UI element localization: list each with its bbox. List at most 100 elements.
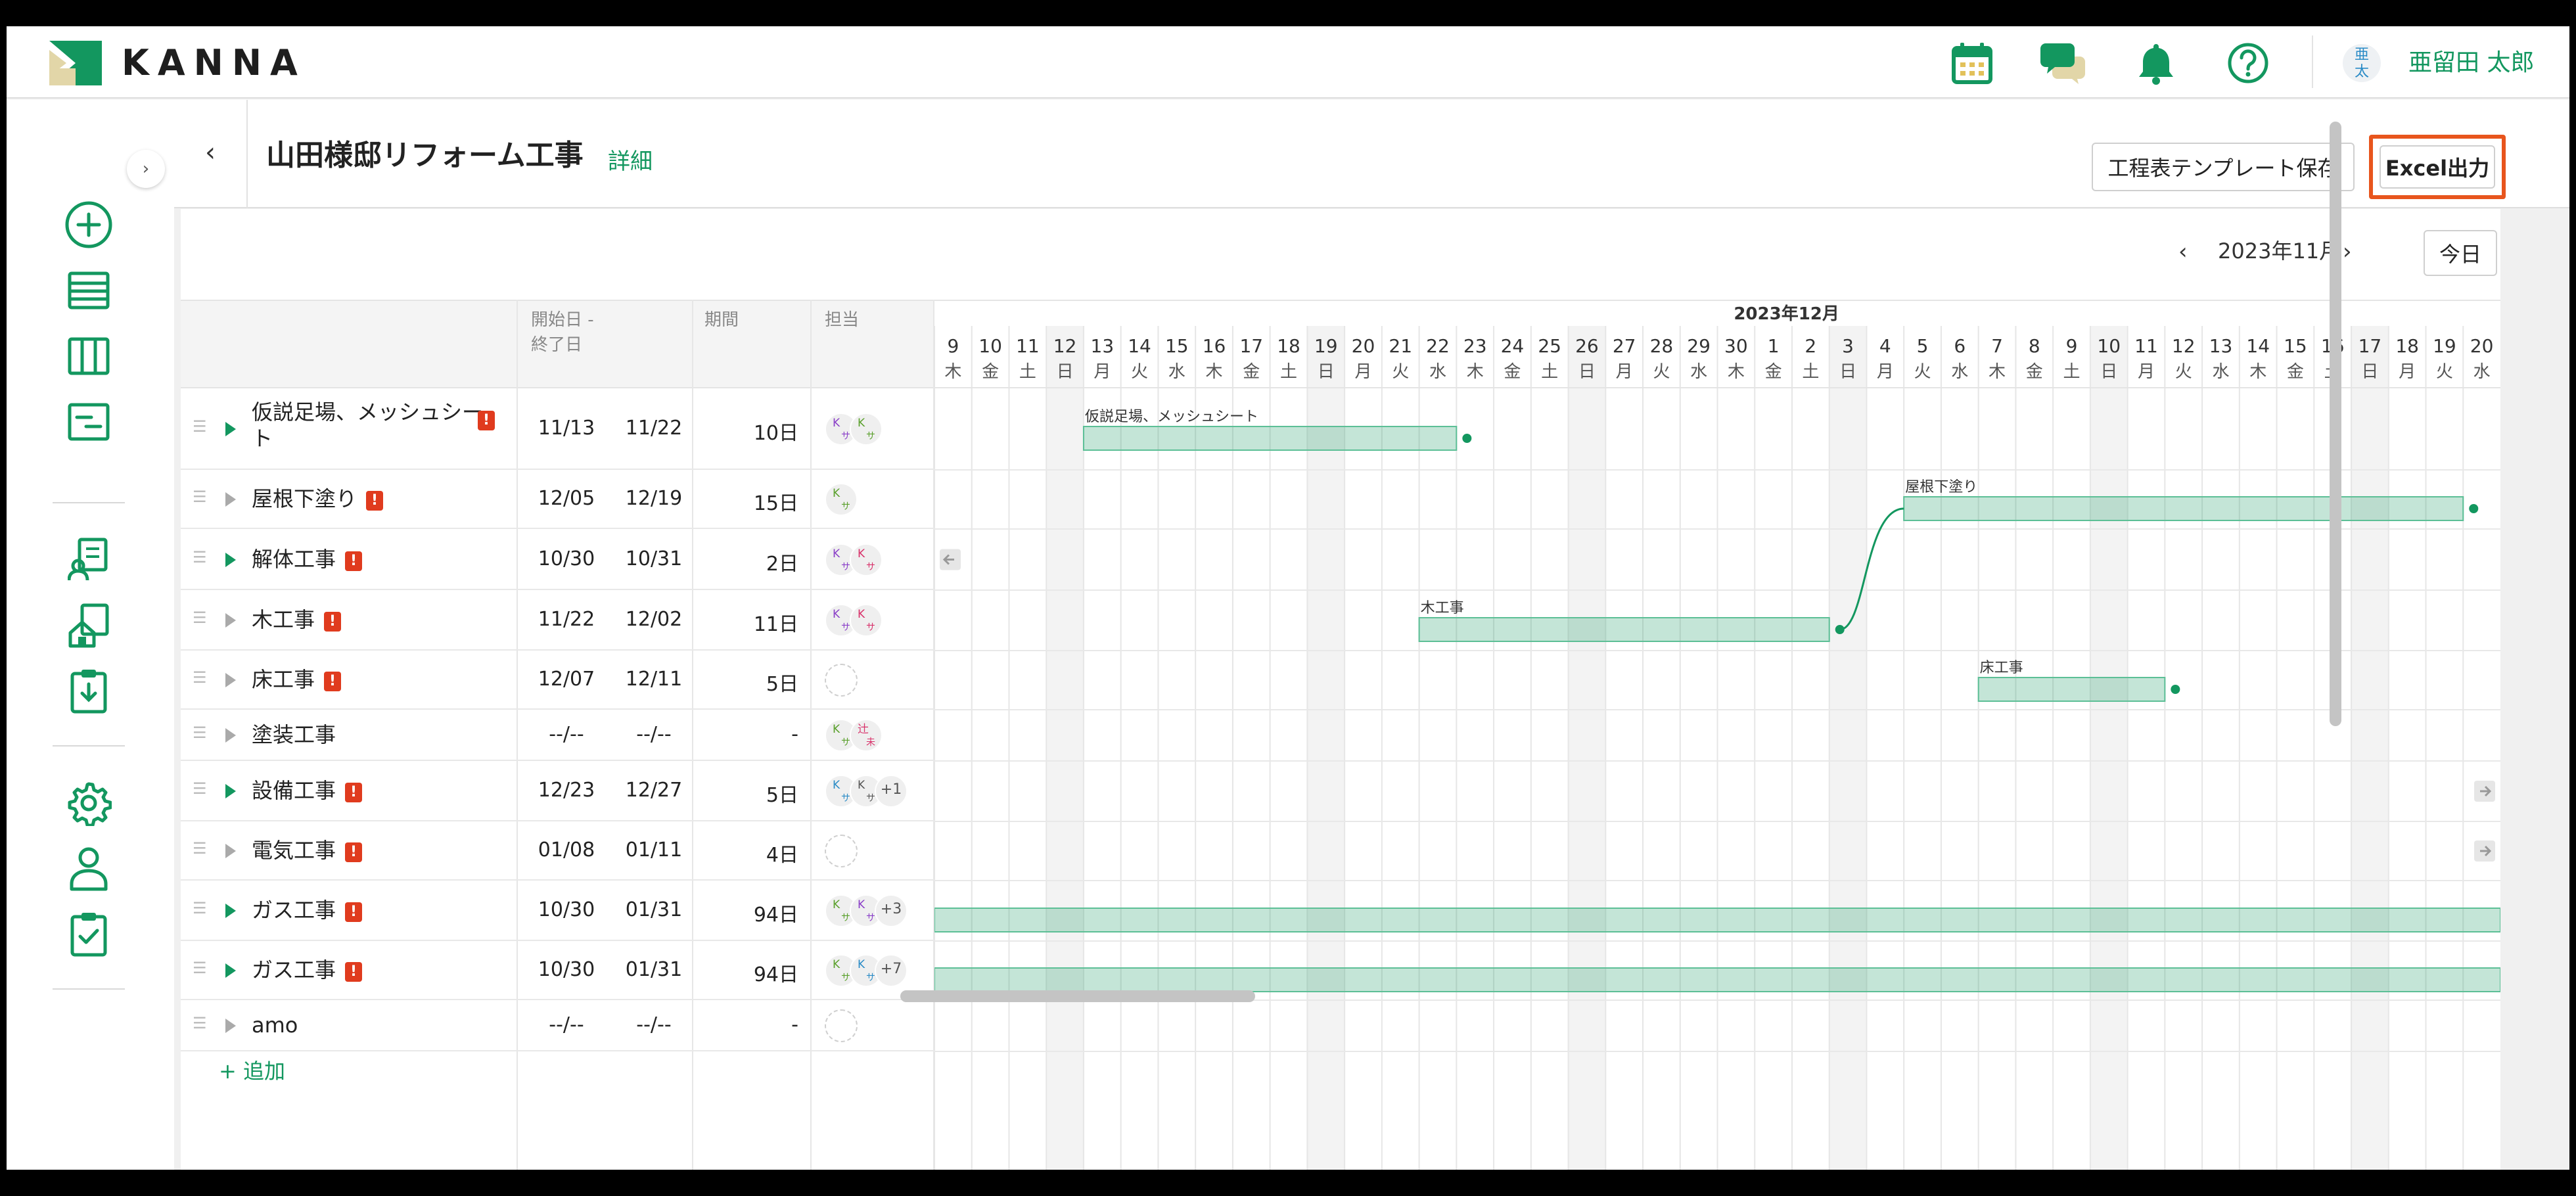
task-row[interactable]: ☰ 解体工事! 10/30 10/31 2日 K サ K サ [181,529,934,590]
task-duration[interactable]: - [693,1013,798,1036]
drag-handle-icon[interactable]: ☰ [193,1014,207,1032]
schedule-icon[interactable] [62,396,115,448]
drag-handle-icon[interactable]: ☰ [193,548,207,566]
task-name[interactable]: 仮説足場、メッシュシート [252,399,501,451]
task-start-date[interactable]: --/-- [534,1013,599,1036]
task-start-date[interactable]: 12/07 [534,668,599,691]
template-save-button[interactable]: 工程表テンプレート保存 [2092,143,2355,191]
task-duration[interactable]: 11日 [693,608,798,637]
task-end-date[interactable]: --/-- [618,1013,690,1036]
clipboard-download-icon[interactable] [62,665,115,718]
chat-icon[interactable] [2039,39,2086,87]
drag-handle-icon[interactable]: ☰ [193,779,207,798]
empty-assignee-avatar[interactable] [825,664,858,697]
task-duration[interactable]: 4日 [693,839,798,867]
expand-triangle-icon[interactable] [225,784,236,798]
task-start-date[interactable]: 11/13 [534,417,599,440]
task-start-date[interactable]: 11/22 [534,608,599,631]
task-row[interactable]: ☰ amo --/-- --/-- - [181,1000,934,1051]
task-end-date[interactable]: 12/02 [618,608,690,631]
expand-triangle-icon[interactable] [225,492,236,507]
assignee-avatar[interactable]: Kサ [825,483,858,516]
sidebar-toggle-button[interactable]: › [127,150,165,188]
drag-handle-icon[interactable]: ☰ [193,959,207,977]
drag-handle-icon[interactable]: ☰ [193,609,207,627]
drag-handle-icon[interactable]: ☰ [193,668,207,687]
task-name[interactable]: 設備工事! [252,777,363,804]
user-name[interactable]: 亜留田 太郎 [2408,49,2534,78]
task-start-date[interactable]: 01/08 [534,839,599,862]
empty-assignee-avatar[interactable] [825,1009,858,1042]
task-name[interactable]: 解体工事! [252,546,363,572]
next-month-button[interactable]: › [2343,239,2352,265]
list-icon[interactable] [62,264,115,317]
drag-handle-icon[interactable]: ☰ [193,899,207,917]
back-button[interactable]: ‹ [187,129,233,175]
task-row[interactable]: ☰ 床工事! 12/07 12/11 5日 [181,651,934,710]
task-end-date[interactable]: --/-- [618,723,690,746]
task-duration[interactable]: 5日 [693,668,798,697]
task-row[interactable]: ☰ 電気工事! 01/08 01/11 4日 [181,821,934,881]
horizontal-scrollbar[interactable] [900,990,1255,1002]
task-name[interactable]: ガス工事! [252,957,363,983]
task-start-date[interactable]: 10/30 [534,898,599,921]
more-assignees-badge[interactable]: +3 [875,894,908,927]
task-start-date[interactable]: 10/30 [534,958,599,981]
task-row[interactable]: ☰ 木工事! 11/22 12/02 11日 K サ K サ [181,590,934,651]
task-duration[interactable]: 10日 [693,417,798,446]
expand-triangle-icon[interactable] [225,613,236,628]
drag-handle-icon[interactable]: ☰ [193,488,207,506]
bell-icon[interactable] [2132,39,2180,87]
task-duration[interactable]: 94日 [693,958,798,987]
expand-triangle-icon[interactable] [225,904,236,918]
task-name[interactable]: 床工事! [252,666,342,693]
task-name[interactable]: amo [252,1012,298,1038]
task-name[interactable]: ガス工事! [252,897,363,923]
task-end-date[interactable]: 12/19 [618,487,690,510]
user-avatar[interactable]: 亜 太 [2343,44,2381,82]
task-duration[interactable]: - [693,723,798,746]
task-name[interactable]: 電気工事! [252,837,363,863]
detail-link[interactable]: 詳細 [608,149,653,175]
assignee-avatar[interactable]: Kサ [850,604,883,637]
task-end-date[interactable]: 01/31 [618,958,690,981]
calendar-icon[interactable] [1948,39,1996,87]
task-row[interactable]: ☰ ガス工事! 10/30 01/31 94日 K サ K サ +3 [181,881,934,941]
expand-triangle-icon[interactable] [225,1019,236,1033]
task-duration[interactable]: 5日 [693,779,798,808]
task-row[interactable]: ☰ 仮説足場、メッシュシート! 11/13 11/22 10日 K サ K サ [181,388,934,470]
excel-export-button[interactable]: Excel出力 [2380,145,2495,189]
task-end-date[interactable]: 11/22 [618,417,690,440]
expand-triangle-icon[interactable] [225,552,236,567]
today-button[interactable]: 今日 [2424,230,2497,276]
task-name[interactable]: 木工事! [252,607,342,633]
task-end-date[interactable]: 01/31 [618,898,690,921]
more-assignees-badge[interactable]: +1 [875,775,908,808]
more-assignees-badge[interactable]: +7 [875,954,908,987]
task-start-date[interactable]: 12/23 [534,779,599,802]
gear-icon[interactable] [62,777,115,829]
task-start-date[interactable]: --/-- [534,723,599,746]
task-start-date[interactable]: 12/05 [534,487,599,510]
task-end-date[interactable]: 10/31 [618,547,690,570]
report-icon[interactable] [62,534,115,586]
expand-triangle-icon[interactable] [225,422,236,436]
task-row[interactable]: ☰ 屋根下塗り! 12/05 12/19 15日 K サ [181,470,934,529]
checklist-icon[interactable] [62,908,115,961]
help-icon[interactable] [2224,39,2272,87]
assignee-avatar[interactable]: Kサ [850,413,883,446]
task-end-date[interactable]: 12/27 [618,779,690,802]
expand-triangle-icon[interactable] [225,728,236,743]
empty-assignee-avatar[interactable] [825,835,858,867]
task-end-date[interactable]: 01/11 [618,839,690,862]
prev-month-button[interactable]: ‹ [2178,239,2188,265]
expand-triangle-icon[interactable] [225,673,236,687]
drag-handle-icon[interactable]: ☰ [193,417,207,436]
kanna-logo[interactable] [49,41,102,85]
task-end-date[interactable]: 12/11 [618,668,690,691]
task-duration[interactable]: 15日 [693,487,798,516]
task-duration[interactable]: 94日 [693,898,798,927]
task-duration[interactable]: 2日 [693,547,798,576]
assignee-avatar[interactable]: 辻未 [850,719,883,752]
add-task-button[interactable]: + 追加 [219,1058,285,1084]
